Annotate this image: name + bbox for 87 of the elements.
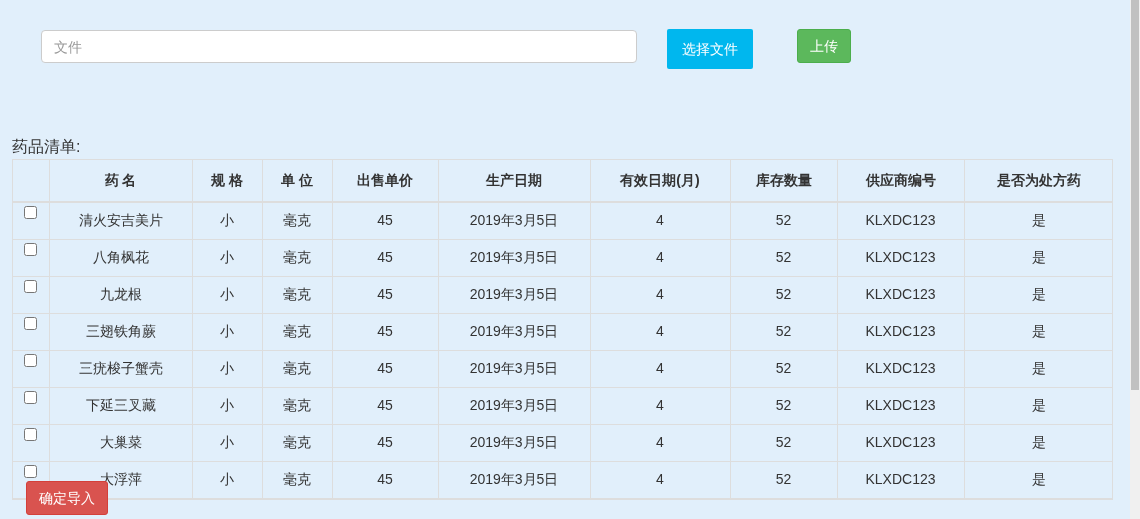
table-cell: 毫克 — [262, 424, 332, 461]
table-cell: 45 — [332, 350, 438, 387]
table-cell: 八角枫花 — [49, 239, 192, 276]
table-cell: KLXDC123 — [837, 387, 964, 424]
list-title: 药品清单: — [12, 137, 82, 157]
table-cell: 2019年3月5日 — [438, 276, 590, 313]
table-cell: 九龙根 — [49, 276, 192, 313]
table-cell: 小 — [192, 424, 262, 461]
upload-button[interactable]: 上传 — [797, 29, 851, 63]
table-cell: 小 — [192, 239, 262, 276]
table-cell: KLXDC123 — [837, 350, 964, 387]
column-header: 规 格 — [192, 160, 262, 202]
column-header: 有效日期(月) — [590, 160, 730, 202]
table-cell: 2019年3月5日 — [438, 461, 590, 498]
table-cell: 52 — [730, 461, 837, 498]
column-header: 是否为处方药 — [964, 160, 1113, 202]
column-header: 药 名 — [49, 160, 192, 202]
table-cell: 4 — [590, 461, 730, 498]
table-cell: KLXDC123 — [837, 239, 964, 276]
file-input-field[interactable]: 文件 — [41, 30, 637, 63]
table-cell: 小 — [192, 387, 262, 424]
table-cell: 2019年3月5日 — [438, 202, 590, 239]
table-cell: 2019年3月5日 — [438, 313, 590, 350]
column-header: 出售单价 — [332, 160, 438, 202]
table-cell: 毫克 — [262, 313, 332, 350]
table-cell: 4 — [590, 239, 730, 276]
table-cell: 45 — [332, 424, 438, 461]
table-cell: 4 — [590, 202, 730, 239]
table-cell: 45 — [332, 313, 438, 350]
table-cell: 毫克 — [262, 387, 332, 424]
scrollbar[interactable] — [1130, 0, 1140, 519]
table-cell: 下延三叉藏 — [49, 387, 192, 424]
table-cell: 小 — [192, 461, 262, 498]
table-cell: 45 — [332, 387, 438, 424]
table-cell: 52 — [730, 350, 837, 387]
scrollbar-thumb[interactable] — [1131, 0, 1139, 390]
table-cell: 4 — [590, 424, 730, 461]
table-cell: 毫克 — [262, 350, 332, 387]
table-cell: KLXDC123 — [837, 461, 964, 498]
table-cell: KLXDC123 — [837, 313, 964, 350]
table-cell: 小 — [192, 202, 262, 239]
table-cell: 45 — [332, 239, 438, 276]
table-cell: KLXDC123 — [837, 276, 964, 313]
table-cell: 2019年3月5日 — [438, 387, 590, 424]
table-cell: 52 — [730, 313, 837, 350]
table-cell: 4 — [590, 313, 730, 350]
table-cell: 2019年3月5日 — [438, 350, 590, 387]
table-cell: 三疣梭子蟹壳 — [49, 350, 192, 387]
table-cell: 三翅铁角蕨 — [49, 313, 192, 350]
table-cell: 毫克 — [262, 202, 332, 239]
row-checkbox[interactable] — [24, 243, 38, 256]
row-checkbox[interactable] — [24, 428, 38, 441]
table-cell: 45 — [332, 202, 438, 239]
table-cell: 清火安吉美片 — [49, 202, 192, 239]
table-cell: 45 — [332, 276, 438, 313]
table-cell: 2019年3月5日 — [438, 239, 590, 276]
table-cell: 45 — [332, 461, 438, 498]
column-header: 库存数量 — [730, 160, 837, 202]
table-cell: 52 — [730, 202, 837, 239]
table-cell: KLXDC123 — [837, 424, 964, 461]
table-cell: 52 — [730, 239, 837, 276]
table-cell: 小 — [192, 350, 262, 387]
table-cell: 52 — [730, 387, 837, 424]
row-checkbox[interactable] — [24, 354, 38, 367]
confirm-import-button[interactable]: 确定导入 — [26, 481, 108, 515]
table-cell: 小 — [192, 313, 262, 350]
row-checkbox[interactable] — [24, 317, 38, 330]
table-cell: KLXDC123 — [837, 202, 964, 239]
column-header: 单 位 — [262, 160, 332, 202]
column-header: 生产日期 — [438, 160, 590, 202]
table-cell: 毫克 — [262, 461, 332, 498]
row-checkbox[interactable] — [24, 280, 38, 293]
row-checkbox[interactable] — [24, 391, 38, 404]
table-cell: 4 — [590, 387, 730, 424]
table-cell: 52 — [730, 276, 837, 313]
row-checkbox[interactable] — [24, 206, 38, 220]
table-cell: 4 — [590, 350, 730, 387]
table-cell: 小 — [192, 276, 262, 313]
row-checkbox[interactable] — [24, 465, 38, 478]
table-cell: 毫克 — [262, 239, 332, 276]
table-cell: 毫克 — [262, 276, 332, 313]
choose-file-button[interactable]: 选择文件 — [667, 29, 753, 69]
table-cell: 4 — [590, 276, 730, 313]
table-cell: 52 — [730, 424, 837, 461]
table-cell: 大巢菜 — [49, 424, 192, 461]
column-header: 供应商编号 — [837, 160, 964, 202]
table-cell: 2019年3月5日 — [438, 424, 590, 461]
